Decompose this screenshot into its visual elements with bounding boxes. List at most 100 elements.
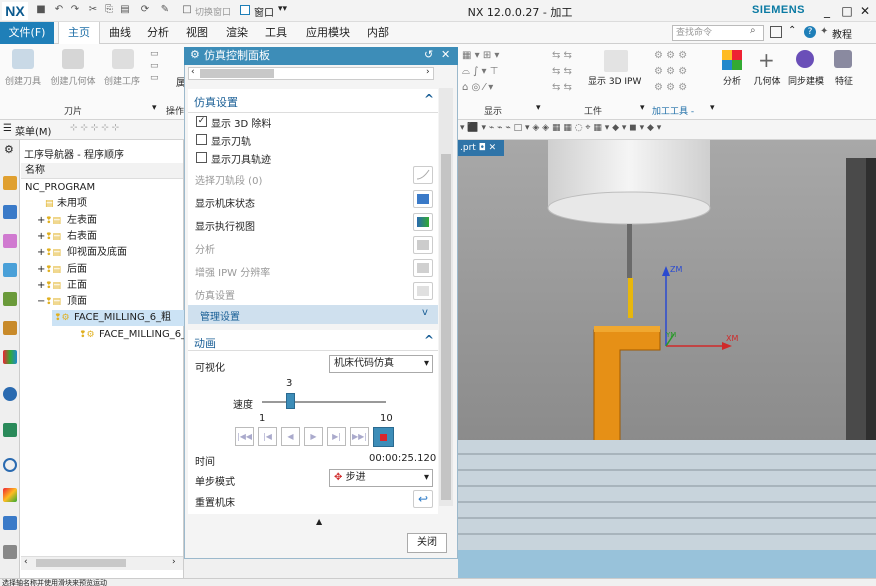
geometry-view-icon[interactable] <box>3 234 17 248</box>
program-order-view-icon[interactable] <box>3 205 17 219</box>
step-mode-select[interactable]: ✥ 步进 ▾ <box>329 469 433 487</box>
scroll-left-icon[interactable]: ‹ <box>191 67 195 77</box>
cut-icon[interactable]: ✂ <box>86 3 100 17</box>
clock-icon[interactable] <box>3 458 17 472</box>
geometry-icon[interactable]: + <box>758 48 775 72</box>
geometry-button[interactable]: 几何体 <box>748 74 786 87</box>
scrollbar-thumb[interactable] <box>36 559 126 567</box>
settings-icon[interactable]: ⚙ <box>4 143 14 156</box>
part-file-tab[interactable]: .prt ◘ ✕ <box>458 140 504 156</box>
scroll-right-icon[interactable]: › <box>426 67 430 77</box>
show-3d-ipw-button[interactable]: 显示 3D IPW <box>588 74 641 87</box>
snap-toolbar[interactable]: ▾ ⬛ ▾ ⌁ ⌁ ⌁ □ ▾ ◈ ◈ ▦ ▦ ◌ ⌖ ▦ ▾ ◆ ▾ ◼ ▾ … <box>460 123 661 133</box>
system-materials-icon[interactable] <box>3 488 17 502</box>
scrollbar-thumb[interactable] <box>200 69 274 78</box>
enhance-ipw-button[interactable] <box>413 259 433 277</box>
reuse-library-icon[interactable] <box>3 350 17 364</box>
step-forward-button[interactable]: ▶| <box>327 427 346 446</box>
collapse-panel-icon[interactable]: ▲ <box>316 517 322 526</box>
reset-machine-button[interactable]: ↩ <box>413 490 433 508</box>
feature-button[interactable]: 特征 <box>828 74 860 87</box>
tree-row[interactable]: + ❢▤ 左表面 <box>21 213 184 229</box>
history-icon[interactable] <box>3 423 17 437</box>
process-studio-icon[interactable] <box>3 516 17 530</box>
play-reverse-button[interactable]: ◀ <box>281 427 300 446</box>
tab-applications[interactable]: 应用模块 <box>300 22 356 44</box>
speed-slider-track[interactable] <box>262 401 386 403</box>
analysis-button-panel[interactable] <box>413 236 433 254</box>
panel-close-icon[interactable]: ✕ <box>441 48 450 61</box>
chevron-down-icon[interactable]: ▾ <box>710 103 715 113</box>
tab-curve[interactable]: 曲线 <box>104 22 136 44</box>
show-toolpath-checkbox[interactable] <box>196 134 207 145</box>
switch-window-label[interactable]: 切换窗口 <box>195 5 231 18</box>
scroll-left-icon[interactable]: ‹ <box>24 557 28 567</box>
layout-icon[interactable] <box>770 26 782 38</box>
create-operation-icon[interactable] <box>112 49 134 69</box>
tree-row[interactable]: NC_PROGRAM <box>21 180 184 196</box>
tree-row[interactable]: ❢⚙ FACE_MILLING_6_粗 <box>52 310 184 327</box>
sync-modeling-icon[interactable] <box>796 50 814 68</box>
create-tool-button[interactable]: 创建刀具 <box>2 74 44 87</box>
tree-row[interactable]: + ❢▤ 正面 <box>21 278 184 294</box>
close-button[interactable]: 关闭 <box>407 533 447 553</box>
roles-icon[interactable] <box>3 545 17 559</box>
selection-filters[interactable]: ⊹ ⊹ ⊹ ⊹ ⊹ <box>70 123 119 133</box>
save-icon[interactable]: ■ <box>34 3 48 17</box>
menu-icon[interactable]: ☰ <box>3 123 12 134</box>
expand-icon[interactable]: v <box>422 307 428 318</box>
copy-icon[interactable]: ⎘ <box>102 3 116 17</box>
speed-slider-thumb[interactable] <box>285 393 295 409</box>
machining-tools[interactable]: ⚙ ⚙ ⚙ ⚙ ⚙ ⚙ ⚙ ⚙ ⚙ <box>654 48 714 98</box>
method-view-icon[interactable] <box>3 263 17 277</box>
menu-button[interactable]: 菜单(M) <box>15 123 51 138</box>
tab-home[interactable]: 主页 <box>58 22 100 44</box>
redo-icon[interactable]: ↷ <box>68 3 82 17</box>
fast-forward-button[interactable]: ▶▶| <box>350 427 369 446</box>
tree-row[interactable]: + ❢▤ 仰视面及底面 <box>21 245 184 261</box>
group-machining-tools-label[interactable]: 加工工具 - <box>652 104 694 117</box>
chevron-down-icon[interactable]: ▾ <box>152 103 157 113</box>
create-geometry-button[interactable]: 创建几何体 <box>46 74 100 87</box>
file-menu[interactable]: 文件(F) <box>0 22 54 44</box>
feature-icon[interactable] <box>834 50 852 68</box>
exec-view-button[interactable] <box>413 213 433 231</box>
tree-row[interactable]: + ❢▤ 后面 <box>21 262 184 278</box>
help-icon[interactable]: ? <box>804 26 816 38</box>
analysis-icon[interactable] <box>722 50 742 70</box>
create-operation-button[interactable]: 创建工序 <box>100 74 144 87</box>
tree-row[interactable]: − ❢▤ 顶面 <box>21 294 184 310</box>
maximize-icon[interactable]: □ <box>838 2 856 20</box>
tab-tools[interactable]: 工具 <box>260 22 292 44</box>
step-back-button[interactable]: |◀ <box>258 427 277 446</box>
machine-tool-view-icon[interactable] <box>3 176 17 190</box>
ribbon-small-icons[interactable]: ▭ ▭ ▭ <box>150 48 162 96</box>
graphics-viewport[interactable] <box>458 140 876 578</box>
show-3d-removal-checkbox[interactable]: ✓ <box>196 116 207 127</box>
tree-row[interactable]: ❢⚙ FACE_MILLING_6_精 <box>21 327 196 343</box>
workpiece-tools[interactable]: ⇆ ⇆ ⇆ ⇆ ⇆ ⇆ <box>552 48 582 98</box>
web-browser-icon[interactable] <box>3 387 17 401</box>
repeat-command-icon[interactable]: ⟳ <box>138 3 152 17</box>
visualization-select[interactable]: 机床代码仿真 ▾ <box>329 355 433 373</box>
minimize-icon[interactable]: _ <box>818 2 836 20</box>
tab-render[interactable]: 渲染 <box>221 22 253 44</box>
collapse-icon[interactable]: ^ <box>424 92 434 106</box>
stop-button[interactable] <box>373 427 394 447</box>
undo-icon[interactable]: ↶ <box>52 3 66 17</box>
rewind-to-start-button[interactable]: |◀◀ <box>235 427 254 446</box>
collapse-ribbon-icon[interactable]: ⌃ <box>788 25 796 36</box>
switch-window-icon[interactable]: □ <box>180 3 194 17</box>
scroll-right-icon[interactable]: › <box>172 557 176 567</box>
display-tools[interactable]: ▦ ▾ ⊞ ▾ ⌓ ∫ ▾ ⊤ ⌂ ◎ ⁄ ▾ <box>462 48 542 98</box>
tree-row[interactable]: ▤ 未用项 <box>21 196 184 212</box>
reset-icon[interactable]: ↺ <box>424 48 433 61</box>
ipw-icon[interactable] <box>604 50 628 72</box>
tab-analysis[interactable]: 分析 <box>142 22 174 44</box>
chevron-down-icon[interactable]: ▾ <box>640 103 645 113</box>
machine-state-button[interactable] <box>413 190 433 208</box>
assembly-navigator-icon[interactable] <box>3 292 17 306</box>
close-icon[interactable]: ✕ <box>856 2 874 20</box>
tab-view[interactable]: 视图 <box>181 22 213 44</box>
sim-setup-button[interactable] <box>413 282 433 300</box>
